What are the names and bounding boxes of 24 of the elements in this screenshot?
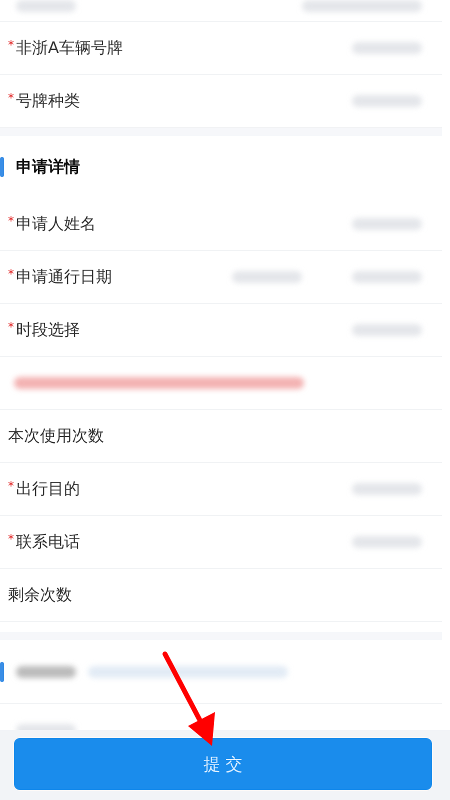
blurred-text: [16, 666, 76, 678]
field-label: 号牌种类: [16, 90, 80, 110]
field-label: 本次使用次数: [8, 426, 104, 444]
field-label: 时段选择: [16, 320, 80, 338]
field-label: 非浙A车辆号牌: [16, 38, 123, 56]
required-mark: *: [8, 532, 14, 546]
section-marker: [0, 157, 4, 177]
required-mark: *: [8, 38, 14, 52]
blurred-value: [352, 271, 422, 283]
section-title: 申请详情: [16, 156, 80, 178]
field-label: 联系电话: [16, 532, 80, 550]
required-mark: *: [8, 90, 14, 104]
blurred-text: [16, 0, 76, 12]
submit-button[interactable]: 提 交: [14, 738, 432, 790]
required-mark: *: [8, 266, 14, 280]
blurred-value: [232, 271, 302, 283]
field-label: 申请通行日期: [16, 266, 112, 286]
field-label: 申请人姓名: [16, 214, 96, 232]
field-label: 剩余次数: [8, 584, 72, 604]
required-mark: *: [8, 478, 14, 492]
required-mark: *: [8, 320, 14, 334]
required-mark: *: [8, 214, 14, 228]
field-label: 出行目的: [16, 478, 80, 498]
section-marker: [0, 662, 4, 682]
